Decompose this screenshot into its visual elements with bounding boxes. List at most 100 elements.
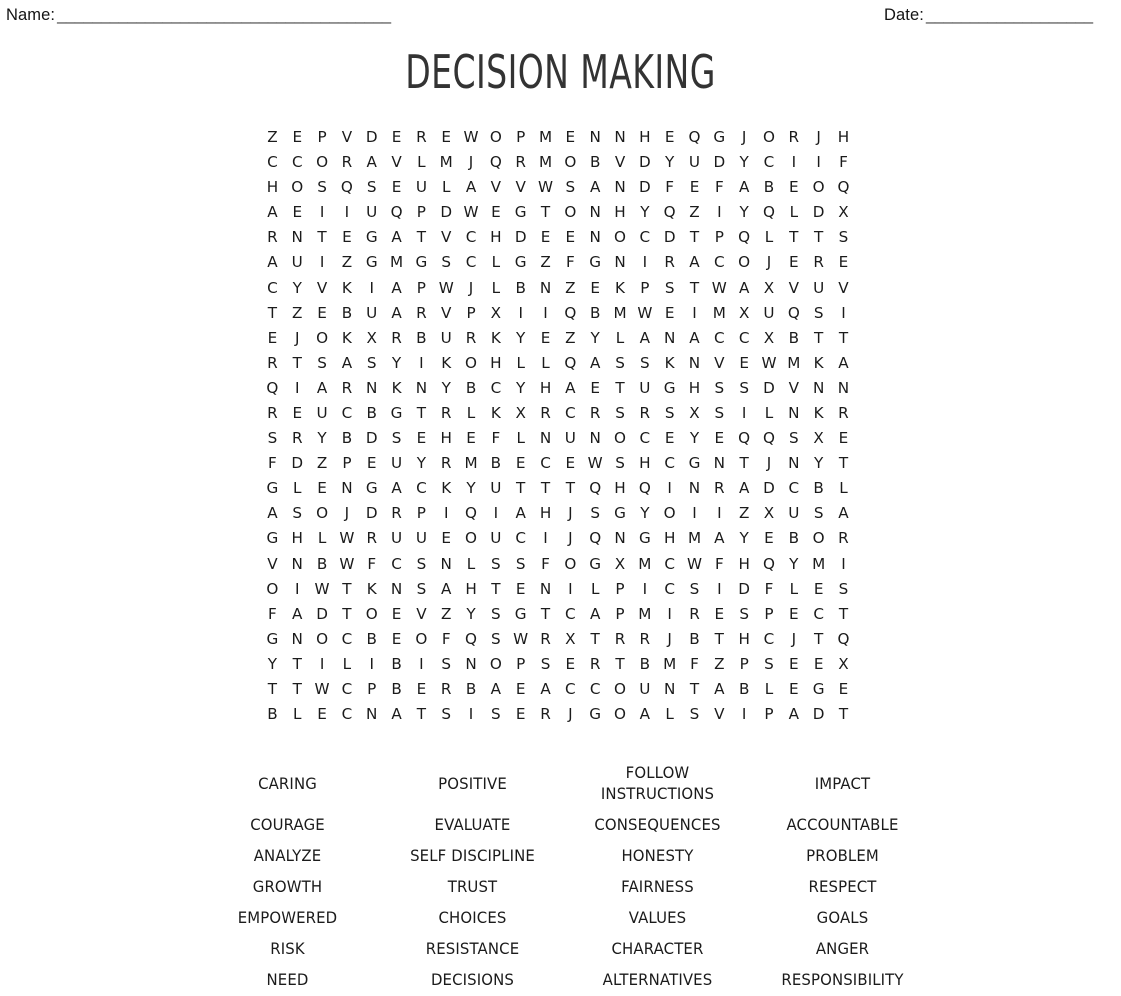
grid-cell[interactable]: D — [632, 179, 657, 195]
grid-cell[interactable]: U — [285, 255, 310, 270]
grid-cell[interactable]: I — [781, 154, 806, 170]
grid-cell[interactable]: Q — [459, 506, 484, 521]
grid-cell[interactable]: E — [483, 205, 508, 220]
word-list-item[interactable]: IMPACT — [757, 768, 927, 799]
grid-cell[interactable]: E — [657, 129, 682, 145]
word-list-item[interactable]: SELF DISCIPLINE — [387, 840, 557, 871]
grid-cell[interactable]: Z — [558, 330, 583, 346]
grid-cell[interactable]: G — [359, 230, 384, 245]
grid-cell[interactable]: F — [757, 581, 782, 597]
grid-cell[interactable]: L — [409, 154, 434, 170]
grid-cell[interactable]: R — [434, 681, 459, 697]
grid-cell[interactable]: L — [310, 531, 335, 546]
grid-cell[interactable]: M — [632, 556, 657, 572]
grid-cell[interactable]: K — [434, 355, 459, 371]
grid-cell[interactable]: J — [285, 330, 310, 346]
grid-cell[interactable]: S — [707, 380, 732, 396]
grid-cell[interactable]: I — [310, 255, 335, 270]
grid-cell[interactable]: B — [508, 280, 533, 296]
grid-cell[interactable]: N — [285, 631, 310, 647]
grid-cell[interactable]: I — [707, 205, 732, 220]
grid-cell[interactable]: R — [384, 330, 409, 346]
grid-cell[interactable]: B — [310, 556, 335, 572]
grid-cell[interactable]: O — [558, 205, 583, 220]
grid-cell[interactable]: T — [806, 631, 831, 647]
grid-cell[interactable]: A — [632, 706, 657, 722]
grid-cell[interactable]: S — [434, 656, 459, 672]
grid-cell[interactable]: T — [533, 205, 558, 220]
grid-cell[interactable]: P — [334, 455, 359, 471]
grid-cell[interactable]: C — [632, 430, 657, 446]
grid-cell[interactable]: O — [285, 179, 310, 195]
grid-cell[interactable]: G — [657, 380, 682, 396]
grid-cell[interactable]: C — [757, 631, 782, 647]
grid-cell[interactable]: P — [359, 681, 384, 697]
grid-cell[interactable]: A — [384, 230, 409, 245]
grid-cell[interactable]: P — [707, 230, 732, 245]
grid-cell[interactable]: N — [608, 531, 633, 546]
grid-cell[interactable]: E — [657, 430, 682, 446]
grid-cell[interactable]: E — [409, 681, 434, 697]
grid-cell[interactable]: H — [285, 531, 310, 546]
grid-cell[interactable]: A — [434, 581, 459, 597]
grid-cell[interactable]: T — [483, 581, 508, 597]
grid-cell[interactable]: T — [533, 606, 558, 622]
grid-cell[interactable]: Y — [459, 481, 484, 496]
grid-cell[interactable]: U — [359, 205, 384, 220]
grid-cell[interactable]: S — [608, 405, 633, 421]
grid-cell[interactable]: T — [831, 706, 856, 722]
word-list-item[interactable]: TRUST — [387, 871, 557, 902]
grid-cell[interactable]: U — [682, 154, 707, 170]
grid-cell[interactable]: F — [707, 556, 732, 572]
grid-cell[interactable]: R — [533, 706, 558, 722]
grid-cell[interactable]: T — [409, 405, 434, 421]
grid-cell[interactable]: V — [483, 179, 508, 195]
grid-cell[interactable]: S — [359, 355, 384, 371]
grid-cell[interactable]: I — [657, 606, 682, 622]
grid-cell[interactable]: H — [483, 355, 508, 371]
grid-cell[interactable]: O — [310, 154, 335, 170]
grid-cell[interactable]: G — [260, 481, 285, 496]
grid-cell[interactable]: R — [260, 405, 285, 421]
grid-cell[interactable]: Y — [583, 330, 608, 346]
grid-cell[interactable]: G — [583, 706, 608, 722]
grid-cell[interactable]: R — [781, 129, 806, 145]
grid-cell[interactable]: L — [483, 280, 508, 296]
grid-cell[interactable]: S — [508, 556, 533, 572]
grid-cell[interactable]: A — [459, 179, 484, 195]
grid-cell[interactable]: Y — [632, 506, 657, 521]
grid-cell[interactable]: T — [682, 230, 707, 245]
word-list-item[interactable]: POSITIVE — [387, 768, 557, 799]
grid-cell[interactable]: Q — [632, 481, 657, 496]
grid-cell[interactable]: N — [533, 430, 558, 446]
grid-cell[interactable]: D — [359, 430, 384, 446]
word-list-item[interactable]: CHARACTER — [572, 933, 742, 964]
grid-cell[interactable]: N — [409, 380, 434, 396]
grid-cell[interactable]: R — [806, 255, 831, 270]
grid-cell[interactable]: C — [459, 230, 484, 245]
grid-cell[interactable]: I — [533, 305, 558, 321]
grid-cell[interactable]: O — [558, 556, 583, 572]
grid-cell[interactable]: S — [657, 405, 682, 421]
grid-cell[interactable]: E — [707, 430, 732, 446]
grid-cell[interactable]: D — [359, 506, 384, 521]
grid-cell[interactable]: E — [508, 581, 533, 597]
grid-cell[interactable]: D — [757, 481, 782, 496]
grid-cell[interactable]: T — [608, 380, 633, 396]
grid-cell[interactable]: C — [657, 455, 682, 471]
word-list-item[interactable]: EMPOWERED — [202, 902, 372, 933]
grid-cell[interactable]: E — [533, 230, 558, 245]
grid-cell[interactable]: D — [806, 205, 831, 220]
grid-cell[interactable]: F — [831, 154, 856, 170]
grid-cell[interactable]: S — [608, 455, 633, 471]
grid-cell[interactable]: Z — [682, 205, 707, 220]
grid-cell[interactable]: E — [558, 129, 583, 145]
grid-cell[interactable]: J — [657, 631, 682, 647]
grid-cell[interactable]: G — [260, 531, 285, 546]
grid-cell[interactable]: A — [384, 706, 409, 722]
word-list-item[interactable]: RISK — [202, 933, 372, 964]
grid-cell[interactable]: Q — [334, 179, 359, 195]
grid-cell[interactable]: I — [409, 656, 434, 672]
grid-cell[interactable]: H — [632, 129, 657, 145]
grid-cell[interactable]: C — [806, 606, 831, 622]
